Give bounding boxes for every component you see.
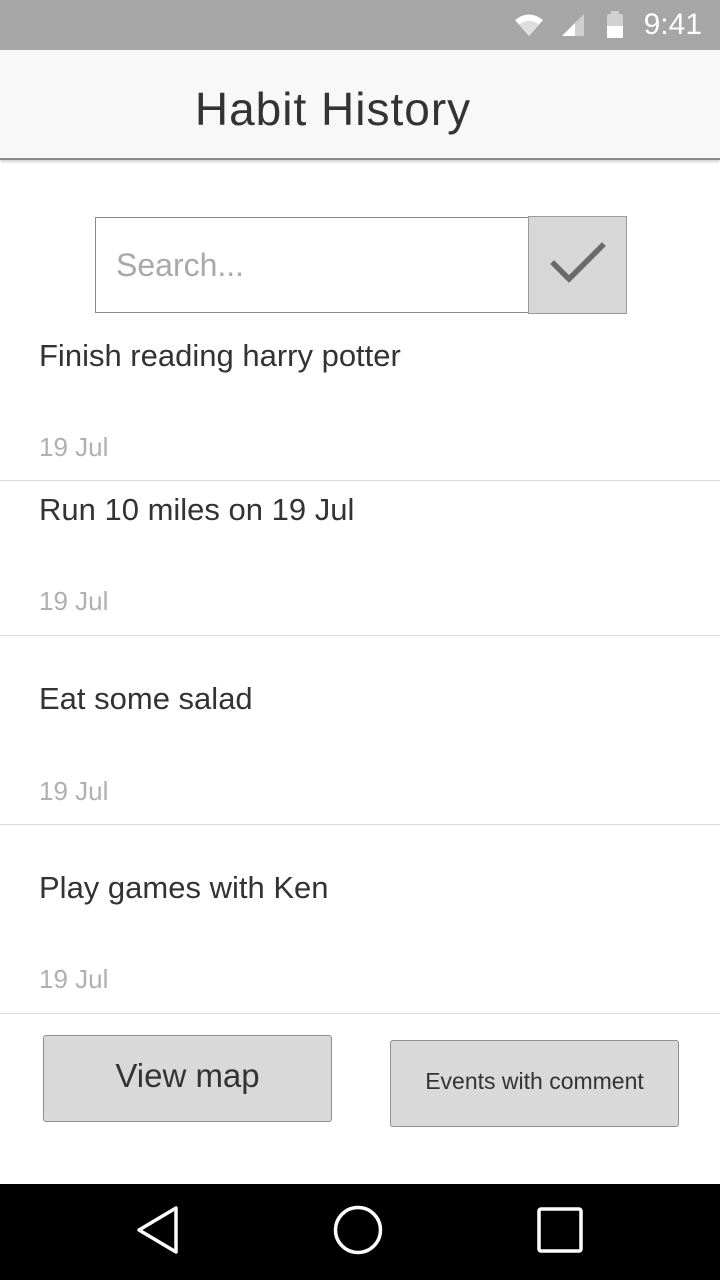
wifi-icon <box>514 12 544 38</box>
divider <box>0 1013 720 1014</box>
page-title: Habit History <box>194 83 472 135</box>
recents-icon <box>536 1206 584 1259</box>
cell-signal-icon <box>560 12 586 38</box>
list-item[interactable]: Run 10 miles on 19 Jul 19 Jul <box>0 481 720 636</box>
habit-title: Finish reading harry potter <box>39 338 401 373</box>
status-bar: 9:41 <box>0 0 720 50</box>
search-input[interactable] <box>95 217 529 313</box>
status-icons: 9:41 <box>514 0 702 50</box>
habit-title: Play games with Ken <box>39 870 329 905</box>
events-with-comment-button[interactable]: Events with comment <box>390 1040 679 1127</box>
home-icon <box>332 1204 384 1261</box>
battery-icon <box>606 11 624 39</box>
home-button[interactable] <box>328 1202 388 1262</box>
view-map-button[interactable]: View map <box>43 1035 332 1122</box>
back-icon <box>134 1204 182 1261</box>
list-item[interactable]: Finish reading harry potter 19 Jul <box>0 320 720 481</box>
list-item[interactable]: Play games with Ken 19 Jul <box>0 825 720 1013</box>
habit-date: 19 Jul <box>39 586 109 616</box>
recents-button[interactable] <box>530 1202 590 1262</box>
list-item[interactable]: Eat some salad 19 Jul <box>0 636 720 825</box>
habit-title: Eat some salad <box>39 681 253 716</box>
habit-date: 19 Jul <box>39 776 109 806</box>
back-button[interactable] <box>128 1202 188 1262</box>
status-time: 9:41 <box>643 8 702 41</box>
habit-date: 19 Jul <box>39 964 109 994</box>
app-bar: Habit History <box>0 50 720 160</box>
search-submit-button[interactable] <box>528 216 627 314</box>
navigation-bar <box>0 1184 720 1280</box>
habit-date: 19 Jul <box>39 432 109 462</box>
habit-title: Run 10 miles on 19 Jul <box>39 492 355 527</box>
checkmark-icon <box>549 240 606 291</box>
